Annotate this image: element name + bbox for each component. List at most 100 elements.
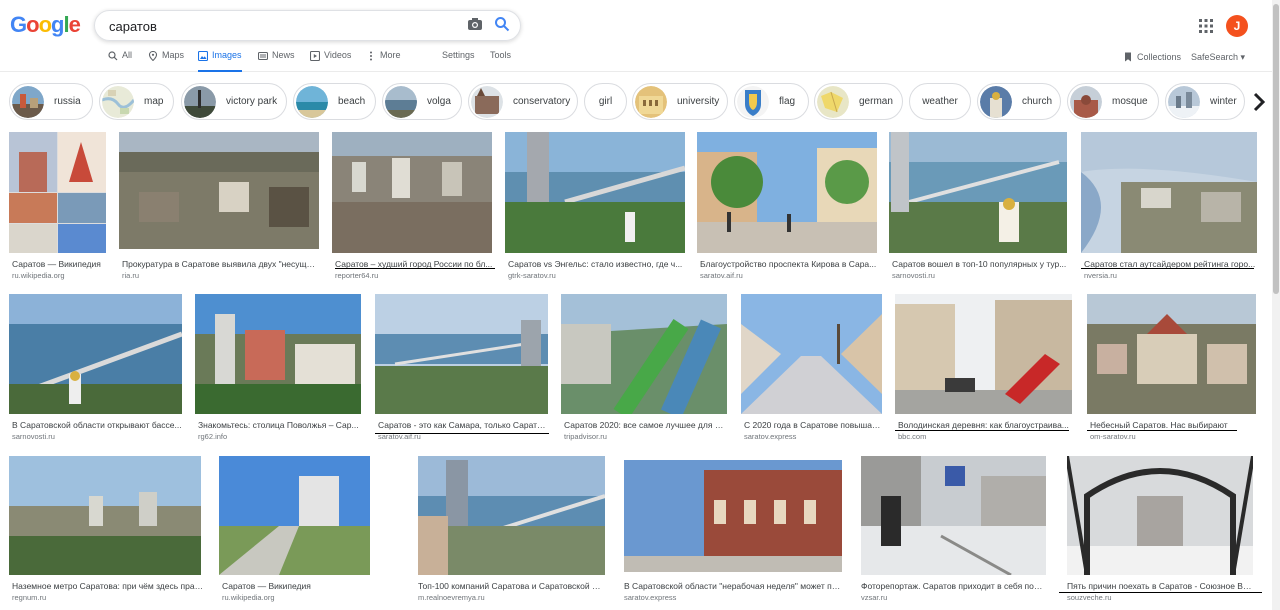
chip-thumbnail bbox=[980, 85, 1012, 118]
result-caption: Благоустройство проспекта Кирова в Сара.… bbox=[700, 259, 877, 269]
result-thumbnail[interactable] bbox=[624, 460, 842, 572]
result-caption: Володинская деревня: как благоустраива..… bbox=[898, 420, 1069, 430]
chip-thumbnail bbox=[296, 85, 328, 118]
result-thumbnail[interactable] bbox=[741, 294, 882, 414]
result-caption: Прокуратура в Саратове выявила двух "нес… bbox=[122, 259, 318, 269]
result-source: saratov.express bbox=[744, 432, 797, 441]
search-tabs: All Maps Images News Videos More Setting… bbox=[0, 46, 1280, 72]
chip-volga[interactable]: volga bbox=[382, 83, 462, 120]
link-underline bbox=[375, 433, 549, 434]
result-source: om-saratov.ru bbox=[1090, 432, 1136, 441]
result-caption: Небесный Саратов. Нас выбирают bbox=[1090, 420, 1228, 430]
tab-images[interactable]: Images bbox=[198, 50, 242, 72]
chip-label: flag bbox=[779, 96, 796, 107]
chip-victory-park[interactable]: victory park bbox=[181, 83, 287, 120]
result-caption: В Саратовской области открывают бассе... bbox=[12, 420, 182, 430]
chip-winter[interactable]: winter bbox=[1165, 83, 1245, 120]
tab-settings[interactable]: Settings bbox=[442, 50, 475, 72]
search-box[interactable]: саратов bbox=[94, 10, 521, 41]
result-caption: С 2020 года в Саратове повышае... bbox=[744, 420, 882, 430]
chip-conservatory[interactable]: conservatory bbox=[468, 83, 578, 120]
search-icon[interactable] bbox=[494, 16, 510, 32]
result-thumbnail[interactable] bbox=[418, 456, 605, 575]
chip-russia[interactable]: russia bbox=[9, 83, 93, 120]
result-thumbnail[interactable] bbox=[505, 132, 685, 253]
result-thumbnail[interactable] bbox=[1081, 132, 1257, 253]
safesearch-dropdown[interactable]: SafeSearch ▾ bbox=[1191, 52, 1245, 63]
tab-label: All bbox=[122, 50, 133, 60]
result-thumbnail[interactable] bbox=[561, 294, 727, 414]
tab-label: Tools bbox=[490, 50, 512, 60]
result-source: regnum.ru bbox=[12, 593, 47, 602]
chip-label: girl bbox=[598, 96, 613, 107]
link-underline bbox=[1081, 268, 1254, 269]
chip-weather[interactable]: weather bbox=[909, 83, 971, 120]
chip-label: conservatory bbox=[513, 96, 571, 107]
result-source: sarnovosti.ru bbox=[892, 271, 935, 280]
chip-flag[interactable]: flag bbox=[734, 83, 809, 120]
result-thumbnail[interactable] bbox=[1087, 294, 1256, 414]
avatar[interactable]: J bbox=[1226, 15, 1248, 37]
chevron-right-icon[interactable] bbox=[1247, 90, 1271, 114]
apps-grid-icon[interactable] bbox=[1199, 19, 1213, 33]
result-source: ru.wikipedia.org bbox=[12, 271, 65, 280]
result-caption: Саратов — Википедия bbox=[222, 581, 311, 591]
chip-university[interactable]: university bbox=[632, 83, 728, 120]
scrollbar-thumb[interactable] bbox=[1273, 4, 1279, 294]
tab-all[interactable]: All bbox=[108, 50, 132, 72]
result-thumbnail[interactable] bbox=[697, 132, 877, 253]
chip-beach[interactable]: beach bbox=[293, 83, 376, 120]
chip-mosque[interactable]: mosque bbox=[1067, 83, 1159, 120]
result-thumbnail[interactable] bbox=[861, 456, 1046, 575]
chip-label: victory park bbox=[226, 96, 278, 107]
chip-thumbnail bbox=[385, 85, 417, 118]
tab-tools[interactable]: Tools bbox=[490, 50, 511, 72]
result-caption: Знакомьтесь: столица Поволжья – Сар... bbox=[198, 420, 359, 430]
result-thumbnail[interactable] bbox=[195, 294, 361, 414]
result-caption: Топ-100 компаний Саратова и Саратовской … bbox=[418, 581, 605, 591]
result-thumbnail[interactable] bbox=[332, 132, 492, 253]
chip-german[interactable]: german bbox=[814, 83, 903, 120]
result-thumbnail[interactable] bbox=[9, 456, 201, 575]
bookmark-icon bbox=[1125, 52, 1131, 62]
chip-thumbnail bbox=[1070, 85, 1102, 118]
result-thumbnail[interactable] bbox=[219, 456, 370, 575]
chip-label: russia bbox=[54, 96, 81, 107]
search-input[interactable]: саратов bbox=[109, 19, 157, 34]
result-thumbnail[interactable] bbox=[9, 294, 182, 414]
tab-maps[interactable]: Maps bbox=[148, 50, 184, 72]
tab-videos[interactable]: Videos bbox=[310, 50, 351, 72]
related-search-chips: russia map victory park beach volga cons… bbox=[0, 80, 1280, 124]
tab-label: Images bbox=[212, 50, 242, 60]
result-thumbnail[interactable] bbox=[119, 132, 319, 249]
link-underline bbox=[335, 268, 495, 269]
tab-more[interactable]: More bbox=[366, 50, 401, 72]
collections-label: Collections bbox=[1137, 52, 1182, 62]
chip-map[interactable]: map bbox=[99, 83, 174, 120]
header: Google саратов J All Maps Images News Vi… bbox=[0, 0, 1280, 72]
result-source: vzsar.ru bbox=[861, 593, 888, 602]
camera-icon[interactable] bbox=[467, 17, 483, 31]
result-thumbnail[interactable] bbox=[895, 294, 1072, 414]
link-underline bbox=[1059, 592, 1262, 593]
google-logo[interactable]: Google bbox=[10, 12, 81, 38]
chip-girl[interactable]: girl bbox=[584, 83, 627, 120]
chip-label: weather bbox=[922, 96, 958, 107]
news-icon bbox=[258, 51, 268, 61]
tab-news[interactable]: News bbox=[258, 50, 295, 72]
result-thumbnail[interactable] bbox=[1067, 456, 1253, 575]
map-pin-icon bbox=[148, 51, 158, 61]
link-underline bbox=[895, 430, 1069, 431]
result-source: ru.wikipedia.org bbox=[222, 593, 275, 602]
tab-label: More bbox=[380, 50, 401, 60]
result-thumbnail[interactable] bbox=[889, 132, 1067, 253]
result-caption: Фоторепортаж. Саратов приходит в себя по… bbox=[861, 581, 1046, 591]
result-source: saratov.express bbox=[624, 593, 677, 602]
chip-church[interactable]: church bbox=[977, 83, 1061, 120]
tab-label: Settings bbox=[442, 50, 475, 60]
tab-label: Videos bbox=[324, 50, 352, 60]
more-vert-icon bbox=[370, 51, 372, 61]
result-thumbnail[interactable] bbox=[375, 294, 548, 414]
result-thumbnail[interactable] bbox=[9, 132, 106, 253]
collections-button[interactable]: Collections bbox=[1123, 52, 1181, 62]
